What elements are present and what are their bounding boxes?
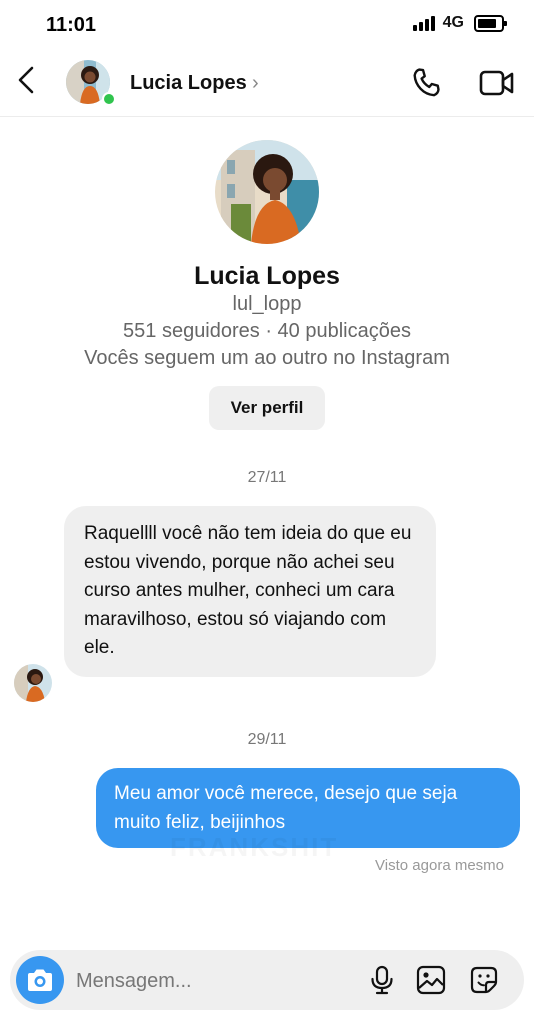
online-status-dot xyxy=(102,92,116,106)
seen-status: Visto agora mesmo xyxy=(375,857,504,874)
message-input[interactable] xyxy=(74,958,348,1004)
message-composer xyxy=(10,950,524,1010)
sticker-icon[interactable] xyxy=(468,964,500,996)
mutual-follow-text: Vocês seguem um ao outro no Instagram xyxy=(84,347,450,369)
profile-avatar[interactable] xyxy=(215,140,319,244)
back-arrow-icon[interactable] xyxy=(14,64,42,96)
chat-header: Lucia Lopes › xyxy=(0,52,534,117)
profile-username: lul_lopp xyxy=(232,293,302,315)
date-separator: 29/11 xyxy=(247,731,287,748)
profile-card: Lucia Lopes lul_lopp 551 seguidores · 40… xyxy=(0,140,534,430)
signal-icon xyxy=(412,15,435,31)
chevron-right-icon[interactable]: › xyxy=(252,72,259,95)
status-bar: 11:01 4G xyxy=(0,0,534,50)
sender-avatar[interactable] xyxy=(14,664,52,702)
network-type: 4G xyxy=(442,14,464,31)
phone-icon[interactable] xyxy=(410,66,444,100)
incoming-message[interactable]: Raquellll você não tem ideia do que eu e… xyxy=(64,506,436,677)
video-camera-icon[interactable] xyxy=(478,66,516,100)
status-time: 11:01 xyxy=(46,14,97,36)
date-separator: 27/11 xyxy=(247,469,287,486)
watermark: FRANKSHIT xyxy=(170,832,338,863)
profile-name: Lucia Lopes xyxy=(194,262,340,290)
status-indicators: 4G xyxy=(412,14,507,32)
microphone-icon[interactable] xyxy=(366,964,398,996)
header-name[interactable]: Lucia Lopes xyxy=(130,72,247,95)
battery-icon xyxy=(474,14,507,32)
camera-icon[interactable] xyxy=(16,956,64,1004)
view-profile-button[interactable]: Ver perfil xyxy=(208,386,326,430)
profile-stats: 551 seguidores · 40 publicações xyxy=(123,320,411,342)
gallery-icon[interactable] xyxy=(415,964,447,996)
